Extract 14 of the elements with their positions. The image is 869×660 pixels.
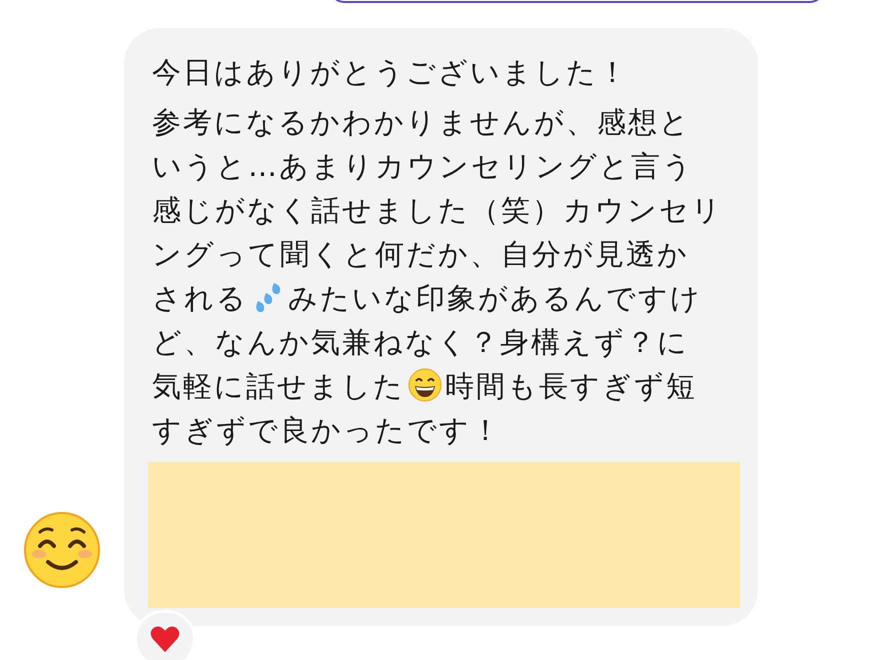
message-text: 感じがなく話せました（笑）カウンセリ <box>152 193 723 227</box>
heart-icon <box>150 625 180 653</box>
message-text: みたいな印象があるんですけ <box>288 281 702 315</box>
message-text: いうと…あまりカウンセリングと言う <box>152 149 694 183</box>
message-text: 今日はありがとうございました！ <box>152 55 629 89</box>
message-text: ングって聞くと何だか、自分が見透か <box>152 237 689 271</box>
message-text: 参考になるかわかりませんが、感想と <box>152 105 691 139</box>
grinning-face-icon <box>407 367 443 403</box>
message-text: される <box>152 281 248 315</box>
smiling-face-icon <box>22 510 102 590</box>
message-text: ど、なんか気兼ねなく？身構えず？に <box>152 325 689 359</box>
message-text: すぎずで良かったです！ <box>152 413 502 447</box>
message-text: 時間も長すぎず短 <box>445 369 697 403</box>
message-text: 気軽に話せました <box>152 369 405 403</box>
